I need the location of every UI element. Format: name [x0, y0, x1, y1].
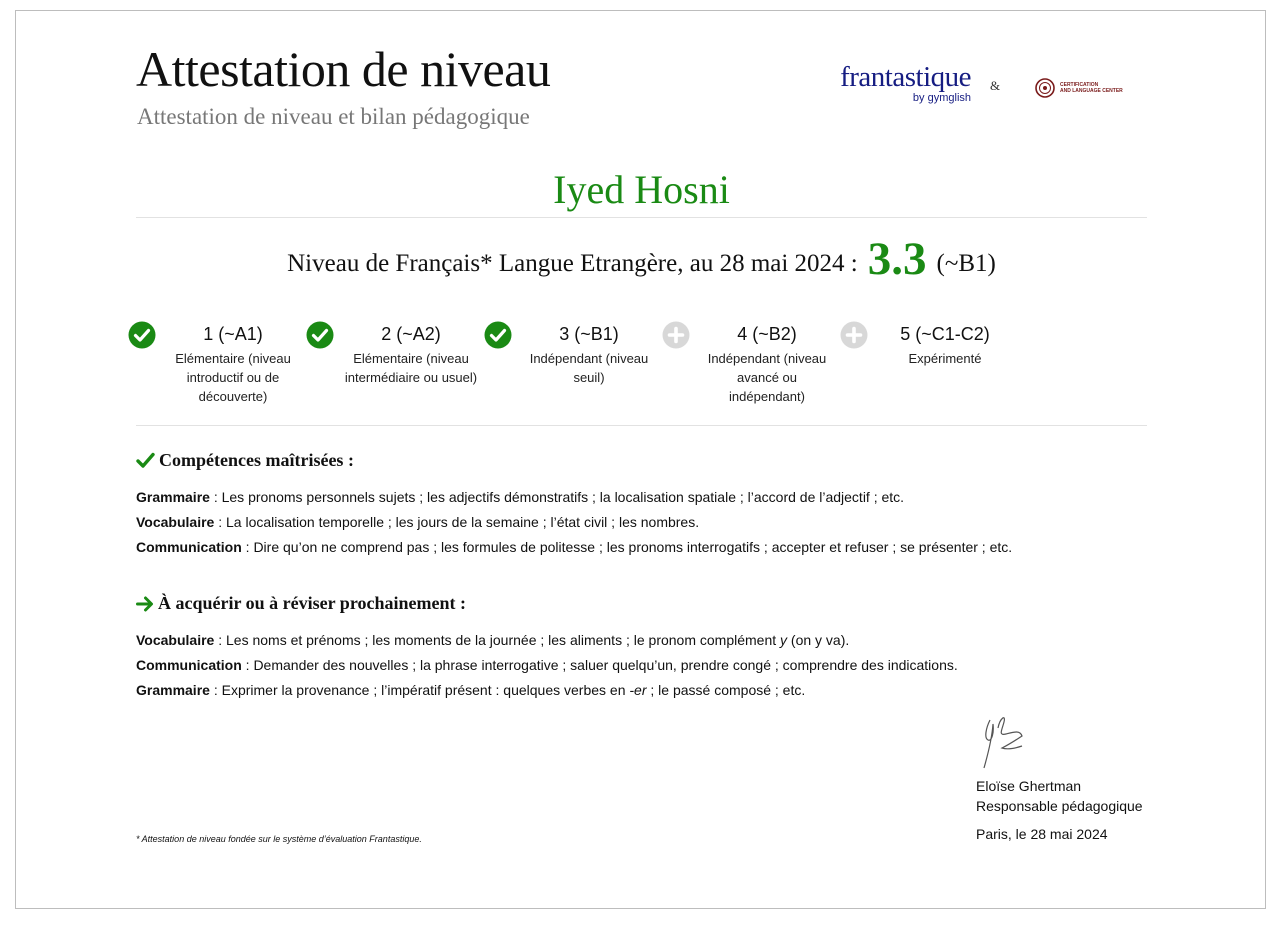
mastered-heading-text: Compétences maîtrisées : — [159, 450, 354, 470]
item-label: Vocabulaire — [136, 514, 215, 530]
level-step: 2 (~A2) Elémentaire (niveau intermédiair… — [306, 321, 486, 421]
item-text: : Demander des nouvelles ; la phrase int… — [241, 657, 958, 673]
page-subtitle: Attestation de niveau et bilan pédagogiq… — [137, 104, 530, 129]
step-description: Expérimenté — [908, 351, 982, 366]
step-description: Indépendant (niveau seuil) — [529, 351, 649, 385]
to-learn-item: Grammaire : Exprimer la provenance ; l’i… — [136, 682, 805, 698]
level-step: 3 (~B1) Indépendant (niveau seuil) — [484, 321, 664, 421]
step-level: 5 (~C1-C2) — [900, 324, 990, 344]
level-step: 5 (~C1-C2) Expérimenté — [840, 321, 1020, 421]
item-text: : Exprimer la provenance ; l’impératif p… — [209, 682, 630, 698]
divider — [136, 425, 1147, 426]
item-text: : La localisation temporelle ; les jours… — [214, 514, 700, 530]
plus-circle-icon — [840, 321, 868, 349]
step-description: Elémentaire (niveau intermédiaire ou usu… — [344, 351, 478, 385]
item-text: (on y va). — [787, 632, 850, 648]
level-score: 3.3 — [867, 233, 927, 285]
step-description: Indépendant (niveau avancé ou indépendan… — [707, 351, 827, 404]
item-text: : Les noms et prénoms ; les moments de l… — [214, 632, 781, 648]
to-learn-item: Vocabulaire : Les noms et prénoms ; les … — [136, 632, 849, 648]
mastered-item: Grammaire : Les pronoms personnels sujet… — [136, 489, 904, 505]
mastered-heading: Compétences maîtrisées : — [136, 450, 354, 471]
item-text: : Dire qu’on ne comprend pas ; les formu… — [241, 539, 1013, 555]
to-learn-heading: À acquérir ou à réviser prochainement : — [136, 593, 466, 614]
level-cefr: (~B1) — [936, 250, 996, 277]
mastered-item: Vocabulaire : La localisation temporelle… — [136, 514, 699, 530]
partner-text: CERTIFICATION AND LANGUAGE CENTER — [1060, 82, 1123, 94]
check-circle-icon — [306, 321, 334, 349]
brand-name: frantastique — [840, 61, 971, 93]
footnote: * Attestation de niveau fondée sur le sy… — [136, 834, 422, 844]
item-text-emphasis: -er — [629, 682, 647, 698]
item-text-emphasis: y — [780, 632, 788, 648]
check-icon — [136, 452, 155, 468]
plus-circle-icon — [662, 321, 690, 349]
level-label: Niveau de Français* Langue Etrangère, au… — [287, 250, 858, 277]
page-title: Attestation de niveau — [136, 41, 551, 97]
signature-image — [983, 717, 1023, 769]
signer-name: Eloïse Ghertman — [976, 778, 1082, 794]
item-label: Communication — [136, 539, 242, 555]
step-level: 3 (~B1) — [559, 324, 619, 344]
place-date: Paris, le 28 mai 2024 — [976, 826, 1108, 842]
item-label: Grammaire — [136, 489, 210, 505]
partner-logo: CERTIFICATION AND LANGUAGE CENTER — [1035, 78, 1123, 98]
level-step: 1 (~A1) Elémentaire (niveau introductif … — [128, 321, 308, 421]
item-label: Vocabulaire — [136, 632, 215, 648]
to-learn-heading-text: À acquérir ou à réviser prochainement : — [158, 593, 466, 613]
step-level: 1 (~A1) — [203, 324, 263, 344]
check-circle-icon — [484, 321, 512, 349]
ampersand: & — [990, 78, 1001, 93]
divider — [136, 217, 1147, 218]
step-level: 4 (~B2) — [737, 324, 797, 344]
arrow-right-icon — [136, 596, 153, 611]
item-text: : Les pronoms personnels sujets ; les ad… — [209, 489, 905, 505]
item-label: Grammaire — [136, 682, 210, 698]
to-learn-item: Communication : Demander des nouvelles ;… — [136, 657, 958, 673]
item-text: ; le passé composé ; etc. — [646, 682, 806, 698]
step-description: Elémentaire (niveau introductif ou de dé… — [175, 351, 291, 404]
signer-block: Eloïse Ghertman Responsable pédagogique — [976, 776, 1143, 816]
seal-icon — [1035, 78, 1055, 98]
signer-role: Responsable pédagogique — [976, 798, 1143, 814]
item-label: Communication — [136, 657, 242, 673]
brand-by: by gymglish — [912, 92, 971, 104]
check-circle-icon — [128, 321, 156, 349]
frantastique-logo: frantastique by gymglish — [836, 62, 971, 104]
step-level: 2 (~A2) — [381, 324, 441, 344]
level-step: 4 (~B2) Indépendant (niveau avancé ou in… — [662, 321, 842, 421]
partner-line-2: AND LANGUAGE CENTER — [1060, 88, 1123, 94]
mastered-item: Communication : Dire qu’on ne comprend p… — [136, 539, 1012, 555]
student-name: Iyed Hosni — [553, 167, 730, 212]
level-summary: Niveau de Français* Langue Etrangère, au… — [136, 232, 1147, 286]
